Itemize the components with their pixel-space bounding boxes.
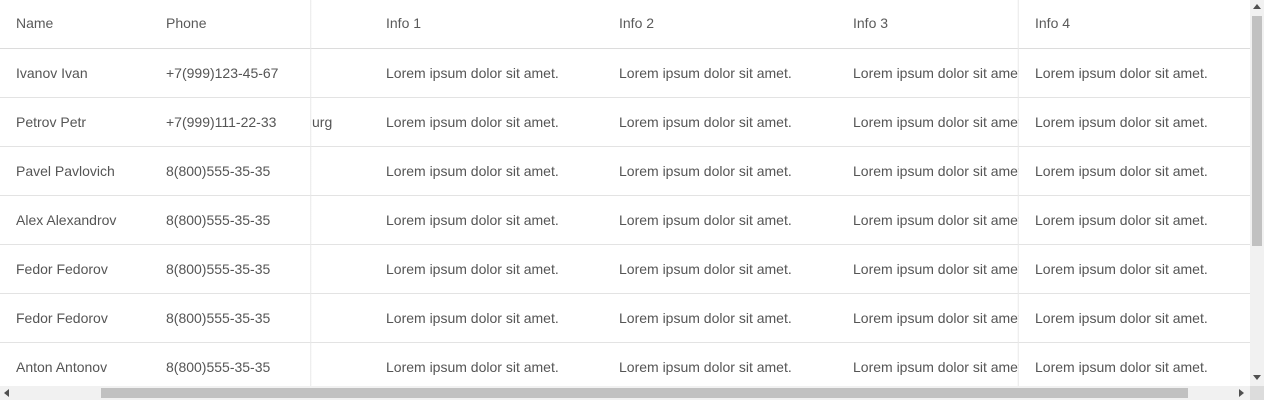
cell-name: Petrov Petr — [16, 114, 87, 130]
cell-info2: Lorem ipsum dolor sit amet. — [619, 114, 792, 130]
cell-info4: Lorem ipsum dolor sit amet. — [1035, 261, 1208, 277]
table-row[interactable]: Alex Alexandrov 8(800)555-35-35 Lorem ip… — [0, 196, 1250, 245]
cell-phone: +7(999)123-45-67 — [166, 65, 279, 81]
cell-info3: Lorem ipsum dolor sit amet. — [853, 163, 1019, 179]
data-grid: Name Phone Info 1 Info 2 Info 3 Info 4 I… — [0, 0, 1250, 386]
cell-city-partial — [312, 245, 372, 293]
cell-info1: Lorem ipsum dolor sit amet. — [386, 114, 559, 130]
cell-info4: Lorem ipsum dolor sit amet. — [1035, 359, 1208, 375]
chevron-up-icon[interactable] — [1253, 4, 1261, 9]
cell-info2: Lorem ipsum dolor sit amet. — [619, 65, 792, 81]
cell-info3: Lorem ipsum dolor sit amet. — [853, 65, 1019, 81]
table-header-row: Name Phone Info 1 Info 2 Info 3 Info 4 — [0, 0, 1250, 49]
table-row[interactable]: Ivanov Ivan +7(999)123-45-67 Lorem ipsum… — [0, 49, 1250, 98]
cell-info2: Lorem ipsum dolor sit amet. — [619, 212, 792, 228]
column-header-info3[interactable]: Info 3 — [853, 0, 1019, 48]
cell-city-partial — [312, 343, 372, 386]
cell-info4: Lorem ipsum dolor sit amet. — [1035, 114, 1208, 130]
cell-city-partial — [312, 294, 372, 342]
cell-info3: Lorem ipsum dolor sit amet. — [853, 212, 1019, 228]
cell-info1: Lorem ipsum dolor sit amet. — [386, 261, 559, 277]
cell-city-partial — [312, 196, 372, 244]
cell-info3: Lorem ipsum dolor sit amet. — [853, 359, 1019, 375]
data-table: Name Phone Info 1 Info 2 Info 3 Info 4 I… — [0, 0, 1250, 386]
cell-phone: 8(800)555-35-35 — [166, 212, 271, 228]
horizontal-scroll-thumb[interactable] — [101, 388, 1188, 398]
horizontal-scrollbar[interactable] — [0, 386, 1250, 400]
cell-phone: 8(800)555-35-35 — [166, 163, 271, 179]
cell-info1: Lorem ipsum dolor sit amet. — [386, 359, 559, 375]
cell-info3: Lorem ipsum dolor sit amet. — [853, 261, 1019, 277]
cell-phone: 8(800)555-35-35 — [166, 359, 271, 375]
cell-name: Fedor Fedorov — [16, 310, 108, 326]
table-row[interactable]: Fedor Fedorov 8(800)555-35-35 Lorem ipsu… — [0, 245, 1250, 294]
chevron-left-icon[interactable] — [4, 389, 9, 397]
cell-city-partial — [312, 147, 372, 195]
table-row[interactable]: Pavel Pavlovich 8(800)555-35-35 Lorem ip… — [0, 147, 1250, 196]
cell-name: Fedor Fedorov — [16, 261, 108, 277]
cell-phone: 8(800)555-35-35 — [166, 261, 271, 277]
data-grid-viewport: Name Phone Info 1 Info 2 Info 3 Info 4 I… — [0, 0, 1264, 400]
table-row[interactable]: Fedor Fedorov 8(800)555-35-35 Lorem ipsu… — [0, 294, 1250, 343]
cell-name: Ivanov Ivan — [16, 65, 88, 81]
table-row[interactable]: Petrov Petr +7(999)111-22-33 urg Lorem i… — [0, 98, 1250, 147]
cell-info2: Lorem ipsum dolor sit amet. — [619, 163, 792, 179]
cell-city-text: urg — [312, 114, 333, 130]
column-header-phone[interactable]: Phone — [166, 0, 306, 48]
cell-city-partial — [312, 49, 372, 97]
chevron-down-icon[interactable] — [1253, 375, 1261, 380]
cell-name: Pavel Pavlovich — [16, 163, 115, 179]
cell-info4: Lorem ipsum dolor sit amet. — [1035, 163, 1208, 179]
cell-city-partial: urg — [312, 98, 372, 146]
cell-info1: Lorem ipsum dolor sit amet. — [386, 65, 559, 81]
cell-info3: Lorem ipsum dolor sit amet. — [853, 114, 1019, 130]
cell-info4: Lorem ipsum dolor sit amet. — [1035, 65, 1208, 81]
cell-name: Anton Antonov — [16, 359, 108, 375]
column-header-info2[interactable]: Info 2 — [619, 0, 844, 48]
cell-phone: 8(800)555-35-35 — [166, 310, 271, 326]
cell-info4: Lorem ipsum dolor sit amet. — [1035, 212, 1208, 228]
table-row[interactable]: Anton Antonov 8(800)555-35-35 Lorem ipsu… — [0, 343, 1250, 386]
column-header-info1[interactable]: Info 1 — [386, 0, 611, 48]
vertical-scroll-thumb[interactable] — [1252, 16, 1262, 246]
cell-info2: Lorem ipsum dolor sit amet. — [619, 310, 792, 326]
cell-phone: +7(999)111-22-33 — [166, 114, 277, 130]
cell-info4: Lorem ipsum dolor sit amet. — [1035, 310, 1208, 326]
cell-info2: Lorem ipsum dolor sit amet. — [619, 359, 792, 375]
chevron-right-icon[interactable] — [1239, 389, 1244, 397]
cell-name: Alex Alexandrov — [16, 212, 117, 228]
column-header-info4[interactable]: Info 4 — [1035, 0, 1245, 48]
column-header-name[interactable]: Name — [16, 0, 156, 48]
cell-info1: Lorem ipsum dolor sit amet. — [386, 212, 559, 228]
cell-info1: Lorem ipsum dolor sit amet. — [386, 163, 559, 179]
scrollbar-corner — [1250, 386, 1264, 400]
cell-info3: Lorem ipsum dolor sit amet. — [853, 310, 1019, 326]
cell-info1: Lorem ipsum dolor sit amet. — [386, 310, 559, 326]
vertical-scrollbar[interactable] — [1250, 0, 1264, 386]
cell-info2: Lorem ipsum dolor sit amet. — [619, 261, 792, 277]
